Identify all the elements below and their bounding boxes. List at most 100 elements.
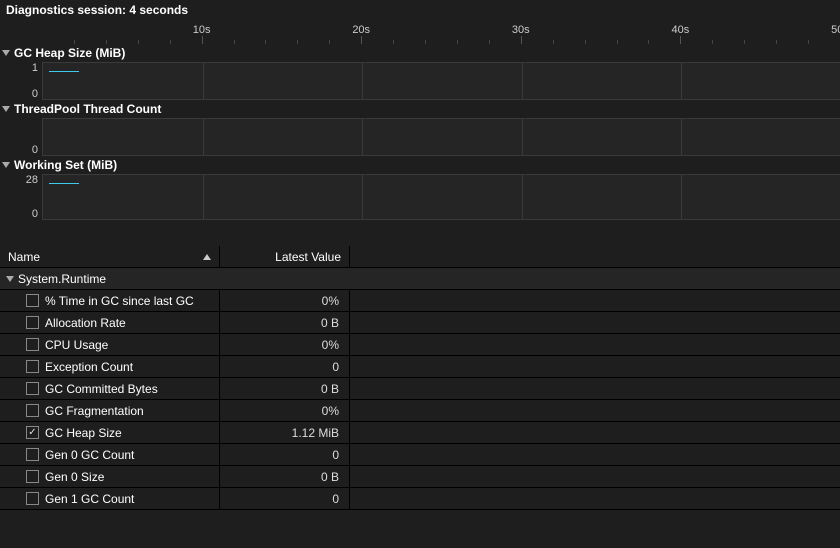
counter-name: Allocation Rate [45, 316, 126, 330]
chart-title-working-set[interactable]: Working Set (MiB) [0, 156, 840, 174]
gridline [203, 119, 204, 155]
collapse-icon [2, 162, 10, 168]
spacer [0, 220, 840, 246]
counter-group-label: System.Runtime [18, 272, 106, 286]
counter-name: % Time in GC since last GC [45, 294, 194, 308]
ruler-minor-tick [617, 40, 618, 44]
counter-row[interactable]: GC Heap Size1.12 MiB [0, 422, 840, 444]
counter-row[interactable]: Gen 0 Size 0 B [0, 466, 840, 488]
chart-threadpool: 0 [0, 118, 840, 156]
counter-rows: % Time in GC since last GC0%Allocation R… [0, 290, 840, 510]
gridline [362, 175, 363, 219]
counter-checkbox[interactable] [26, 404, 39, 417]
y-tick: 0 [32, 208, 38, 220]
counter-name: GC Committed Bytes [45, 382, 158, 396]
counter-name: CPU Usage [45, 338, 108, 352]
counter-checkbox[interactable] [26, 294, 39, 307]
ruler-minor-tick [808, 40, 809, 44]
counter-value-cell: 0 B [220, 466, 350, 487]
column-header-name[interactable]: Name [0, 246, 220, 267]
counter-checkbox[interactable] [26, 360, 39, 373]
gridline [522, 175, 523, 219]
ruler-minor-tick [297, 40, 298, 44]
ruler-minor-tick [648, 40, 649, 44]
ruler-minor-tick [234, 40, 235, 44]
collapse-icon [2, 106, 10, 112]
counter-checkbox[interactable] [26, 426, 39, 439]
counter-name-cell: % Time in GC since last GC [0, 290, 220, 311]
collapse-icon [6, 276, 14, 282]
counter-name-cell: Gen 1 GC Count [0, 488, 220, 509]
gridline [681, 175, 682, 219]
y-axis: 1 0 [0, 62, 42, 100]
counter-value-cell: 0 [220, 356, 350, 377]
counter-row[interactable]: GC Committed Bytes 0 B [0, 378, 840, 400]
counter-name: GC Heap Size [45, 426, 122, 440]
counter-name: Gen 0 GC Count [45, 448, 134, 462]
counter-row[interactable]: Allocation Rate0 B [0, 312, 840, 334]
counter-value-cell: 0 [220, 488, 350, 509]
timeline-ruler[interactable]: 10s20s30s40s50s [0, 20, 840, 44]
counter-value-cell: 0 B [220, 378, 350, 399]
counter-row[interactable]: Gen 0 GC Count0 [0, 444, 840, 466]
ruler-tick-label: 30s [512, 24, 530, 36]
counter-table-header: Name Latest Value [0, 246, 840, 268]
chart-plot[interactable] [42, 118, 840, 156]
counter-name-cell: Gen 0 Size [0, 466, 220, 487]
ruler-major-tick [680, 36, 681, 44]
counter-checkbox[interactable] [26, 492, 39, 505]
counter-checkbox[interactable] [26, 316, 39, 329]
series-line [49, 69, 79, 72]
ruler-minor-tick [138, 40, 139, 44]
counter-row[interactable]: CPU Usage 0% [0, 334, 840, 356]
chart-title-gc-heap[interactable]: GC Heap Size (MiB) [0, 44, 840, 62]
chart-plot[interactable] [42, 62, 840, 100]
ruler-minor-tick [553, 40, 554, 44]
gridline [681, 63, 682, 99]
ruler-minor-tick [106, 40, 107, 44]
chart-title-threadpool[interactable]: ThreadPool Thread Count [0, 100, 840, 118]
counter-checkbox[interactable] [26, 338, 39, 351]
y-tick: 28 [26, 174, 38, 186]
chart-plot[interactable] [42, 174, 840, 220]
series-line [49, 181, 79, 184]
ruler-minor-tick [329, 40, 330, 44]
ruler-major-tick [361, 36, 362, 44]
counter-name: Gen 0 Size [45, 470, 104, 484]
ruler-major-tick [202, 36, 203, 44]
counter-row[interactable]: Gen 1 GC Count0 [0, 488, 840, 510]
counter-row[interactable]: Exception Count0 [0, 356, 840, 378]
chart-title-text: GC Heap Size (MiB) [14, 46, 125, 60]
y-axis: 28 0 [0, 174, 42, 220]
counter-row[interactable]: GC Fragmentation 0% [0, 400, 840, 422]
counter-checkbox[interactable] [26, 470, 39, 483]
ruler-tick-label: 50s [831, 24, 840, 36]
counter-name-cell: Exception Count [0, 356, 220, 377]
counter-name-cell: CPU Usage [0, 334, 220, 355]
collapse-icon [2, 50, 10, 56]
ruler-major-tick [521, 36, 522, 44]
column-header-label: Latest Value [275, 250, 341, 264]
gridline [203, 63, 204, 99]
y-tick: 0 [32, 88, 38, 100]
counter-value-cell: 0% [220, 334, 350, 355]
gridline [362, 63, 363, 99]
counter-group-system-runtime[interactable]: System.Runtime [0, 268, 840, 290]
counter-value-cell: 0% [220, 400, 350, 421]
counter-name: GC Fragmentation [45, 404, 144, 418]
column-header-label: Name [8, 250, 40, 264]
ruler-minor-tick [170, 40, 171, 44]
counter-checkbox[interactable] [26, 382, 39, 395]
session-header: Diagnostics session: 4 seconds [0, 0, 840, 20]
column-header-value[interactable]: Latest Value [220, 246, 350, 267]
counter-checkbox[interactable] [26, 448, 39, 461]
chart-title-text: Working Set (MiB) [14, 158, 117, 172]
ruler-tick-label: 40s [672, 24, 690, 36]
ruler-tick-label: 10s [193, 24, 211, 36]
counter-value-cell: 0% [220, 290, 350, 311]
counter-name-cell: GC Committed Bytes [0, 378, 220, 399]
ruler-minor-tick [265, 40, 266, 44]
counter-row[interactable]: % Time in GC since last GC 0% [0, 290, 840, 312]
ruler-minor-tick [712, 40, 713, 44]
ruler-minor-tick [585, 40, 586, 44]
